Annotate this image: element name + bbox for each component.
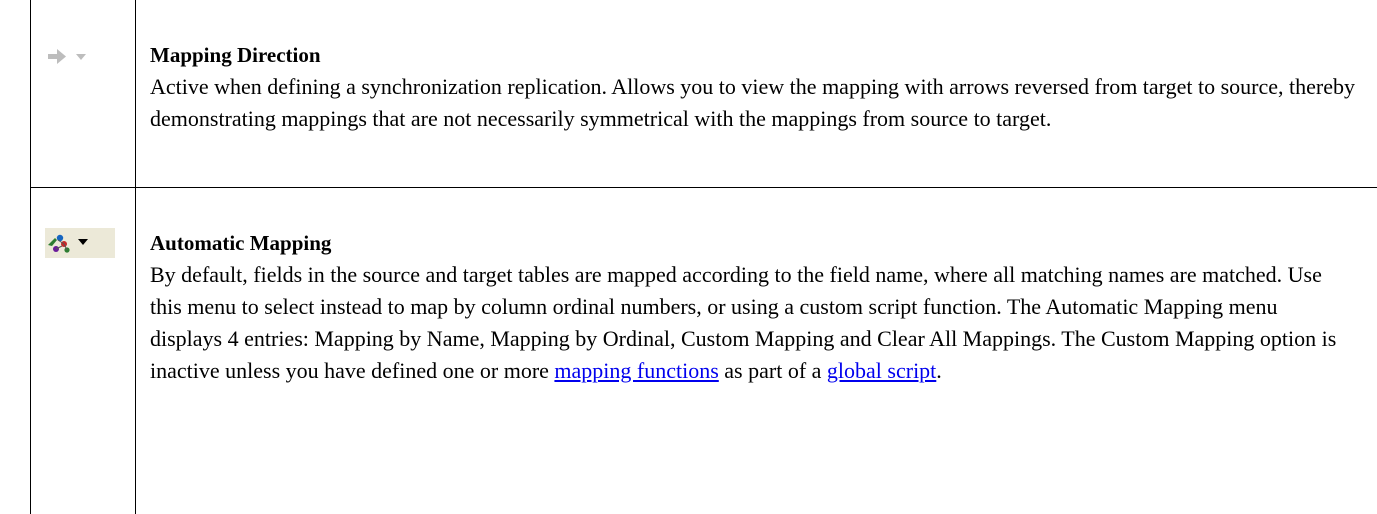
description-text: as part of a <box>718 358 827 383</box>
icon-cell <box>36 42 128 82</box>
icon-cell <box>36 228 128 268</box>
feature-table: Mapping Direction Active when defining a… <box>0 0 1377 514</box>
row-description: By default, fields in the source and tar… <box>150 259 1355 387</box>
table-row-divider <box>30 187 1377 188</box>
row-content: Mapping Direction Active when defining a… <box>150 39 1355 135</box>
row-title: Mapping Direction <box>150 43 321 67</box>
button-background <box>45 228 115 258</box>
row-title: Automatic Mapping <box>150 231 332 255</box>
mapping-direction-toolbar-button[interactable] <box>36 42 128 82</box>
row-content: Automatic Mapping By default, fields in … <box>150 227 1355 387</box>
table-left-border <box>30 0 31 514</box>
global-script-link[interactable]: global script <box>827 358 936 383</box>
mapping-direction-arrow-icon <box>48 49 66 64</box>
description-text: . <box>936 358 942 383</box>
chevron-down-icon <box>76 54 86 60</box>
row-description: Active when defining a synchronization r… <box>150 74 1355 131</box>
mapping-functions-link[interactable]: mapping functions <box>554 358 718 383</box>
table-column-divider <box>135 0 136 514</box>
automatic-mapping-toolbar-button[interactable] <box>36 228 128 268</box>
